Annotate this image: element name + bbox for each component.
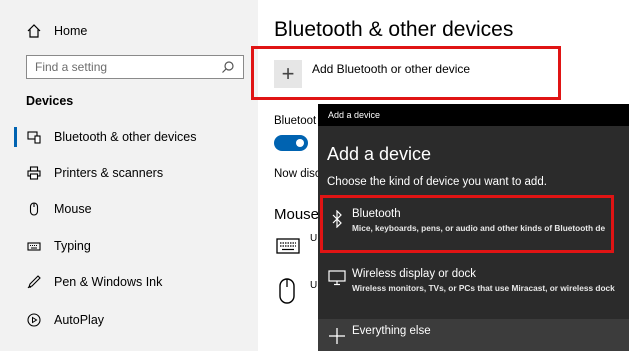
add-device-button[interactable]: + Add Bluetooth or other device [274,60,470,88]
option-everything-else[interactable]: Everything else [318,319,629,351]
sidebar-item-bluetooth[interactable]: Bluetooth & other devices [0,119,258,155]
device-name-clipped: U [310,233,318,244]
sidebar-item-label: Pen & Windows Ink [54,275,163,289]
plus-icon: + [274,60,302,88]
bluetooth-toggle[interactable] [274,135,308,151]
search-input[interactable] [27,59,221,75]
monitor-icon [326,270,348,286]
bluetooth-devices-icon [26,129,42,145]
sidebar-item-typing[interactable]: Typing [0,228,258,264]
plus-icon [326,327,348,345]
sidebar-item-label: Typing [54,239,91,253]
mouse-icon [26,201,42,217]
search-icon[interactable] [221,60,235,74]
mouse-section-heading: Mouse [274,206,320,223]
sidebar-item-label: Mouse [54,202,92,216]
bluetooth-option-highlight [320,195,614,253]
autoplay-icon [26,312,42,328]
sidebar-item-label: AutoPlay [54,313,105,327]
add-device-label: Add Bluetooth or other device [312,62,471,76]
printer-icon [26,165,42,181]
sidebar-item-pen[interactable]: Pen & Windows Ink [0,264,258,300]
dialog-subtitle: Choose the kind of device you want to ad… [327,176,547,188]
discoverable-status: Now disc [274,168,321,180]
option-title: Everything else [352,325,431,337]
sidebar-item-label: Bluetooth & other devices [54,130,197,144]
device-name-clipped: U [310,280,318,291]
option-title: Wireless display or dock [352,268,476,280]
home-icon [26,23,42,39]
dialog-title: Add a device [327,144,432,164]
sidebar-item-autoplay[interactable]: AutoPlay [0,302,258,338]
sidebar-item-mouse[interactable]: Mouse [0,191,258,227]
pen-icon [26,274,42,290]
section-heading-devices: Devices [26,94,74,108]
page-title: Bluetooth & other devices [274,18,514,41]
sidebar-item-printers[interactable]: Printers & scanners [0,155,258,191]
search-box[interactable] [26,55,244,79]
sidebar-item-label: Home [54,24,88,38]
sidebar: Home Devices Bluetooth & other devices P… [0,0,258,351]
keyboard-icon [26,238,42,254]
sidebar-item-label: Printers & scanners [54,166,164,180]
option-description: Wireless monitors, TVs, or PCs that use … [352,283,615,293]
option-wireless-display[interactable]: Wireless display or dock Wireless monito… [318,268,629,293]
dialog-titlebar: Add a device [318,104,629,126]
keyboard-icon [276,238,300,254]
bluetooth-label: Bluetoot [274,115,317,127]
sidebar-item-home[interactable]: Home [0,13,258,49]
mouse-device-icon [279,278,295,304]
